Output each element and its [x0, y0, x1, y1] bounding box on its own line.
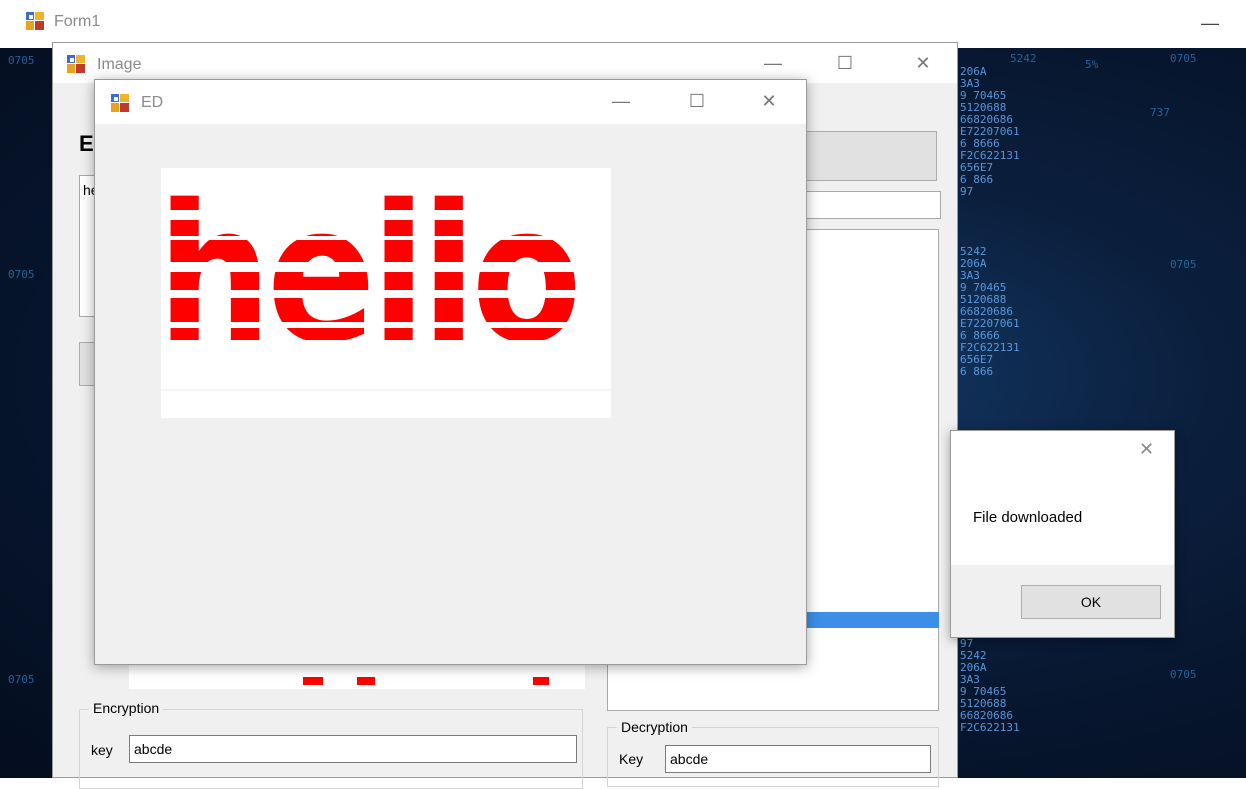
message-box: ✕ File downloaded OK [950, 430, 1175, 638]
encryption-key-label: key [91, 742, 113, 758]
bg-glyph: 0705 [8, 673, 35, 686]
decrypt-path-textbox[interactable] [803, 191, 941, 219]
red-pixel-block [533, 677, 549, 685]
ed-picturebox: hello [161, 168, 611, 418]
decryption-key-label: Key [619, 751, 644, 767]
encrypted-picturebox [129, 665, 585, 689]
image-close-button[interactable]: ✕ [903, 48, 943, 78]
ed-window: ED — ☐ ✕ hello [94, 79, 807, 665]
red-pixel-block [357, 677, 375, 685]
bg-glyph: 0705 [1170, 258, 1197, 271]
ed-minimize-button[interactable]: — [601, 86, 641, 116]
ok-button[interactable]: OK [1021, 585, 1161, 619]
image-minimize-button[interactable]: — [753, 48, 793, 78]
decrypted-image: hello [161, 168, 611, 391]
message-box-body: ✕ File downloaded [951, 431, 1174, 565]
message-text: File downloaded [973, 509, 1083, 526]
encryption-key-input[interactable] [129, 735, 577, 763]
bg-glyph-column: 5242 206A 3A3 9 70465 5120688 66820686 E… [960, 245, 1020, 378]
red-pixel-block [303, 677, 323, 685]
bg-glyph-column: 206A 3A3 9 70465 5120688 66820686 E72207… [960, 65, 1020, 198]
form-app-icon [67, 55, 85, 73]
image-title: Image [97, 56, 142, 73]
bg-glyph-column: 97 5242 206A 3A3 9 70465 5120688 6682068… [960, 637, 1020, 734]
bg-glyph: 0705 [1170, 668, 1197, 681]
selection-highlight [803, 612, 939, 628]
decryption-group-label: Decryption [617, 719, 692, 735]
ed-title: ED [141, 94, 164, 111]
form1-title: Form1 [54, 13, 101, 30]
ed-close-button[interactable]: ✕ [749, 86, 789, 116]
ed-maximize-button[interactable]: ☐ [677, 86, 717, 116]
form1-titlebar[interactable]: Form1 — [0, 0, 1246, 48]
bg-glyph: 0705 [8, 54, 35, 67]
bg-glyph: 0705 [1170, 52, 1197, 65]
form-app-icon [26, 12, 44, 30]
encryption-group-label: Encryption [89, 700, 164, 716]
bg-glyph: 0705 [8, 268, 35, 281]
message-close-button[interactable]: ✕ [1139, 439, 1154, 460]
decrypt-button[interactable] [803, 131, 937, 181]
hello-image-text: hello [161, 168, 577, 385]
decryption-key-input[interactable] [665, 745, 931, 773]
image-titlebar[interactable]: Image — ☐ ✕ [53, 43, 957, 83]
ed-titlebar[interactable]: ED — ☐ ✕ [95, 80, 806, 124]
bg-glyph: 5% [1085, 58, 1099, 71]
form-app-icon [111, 94, 129, 112]
form1-minimize-button[interactable]: — [1190, 8, 1230, 38]
bg-glyph: 737 [1150, 106, 1170, 119]
bg-glyph: 5242 [1010, 52, 1037, 65]
image-maximize-button[interactable]: ☐ [825, 48, 865, 78]
image-heading: E [79, 131, 94, 156]
